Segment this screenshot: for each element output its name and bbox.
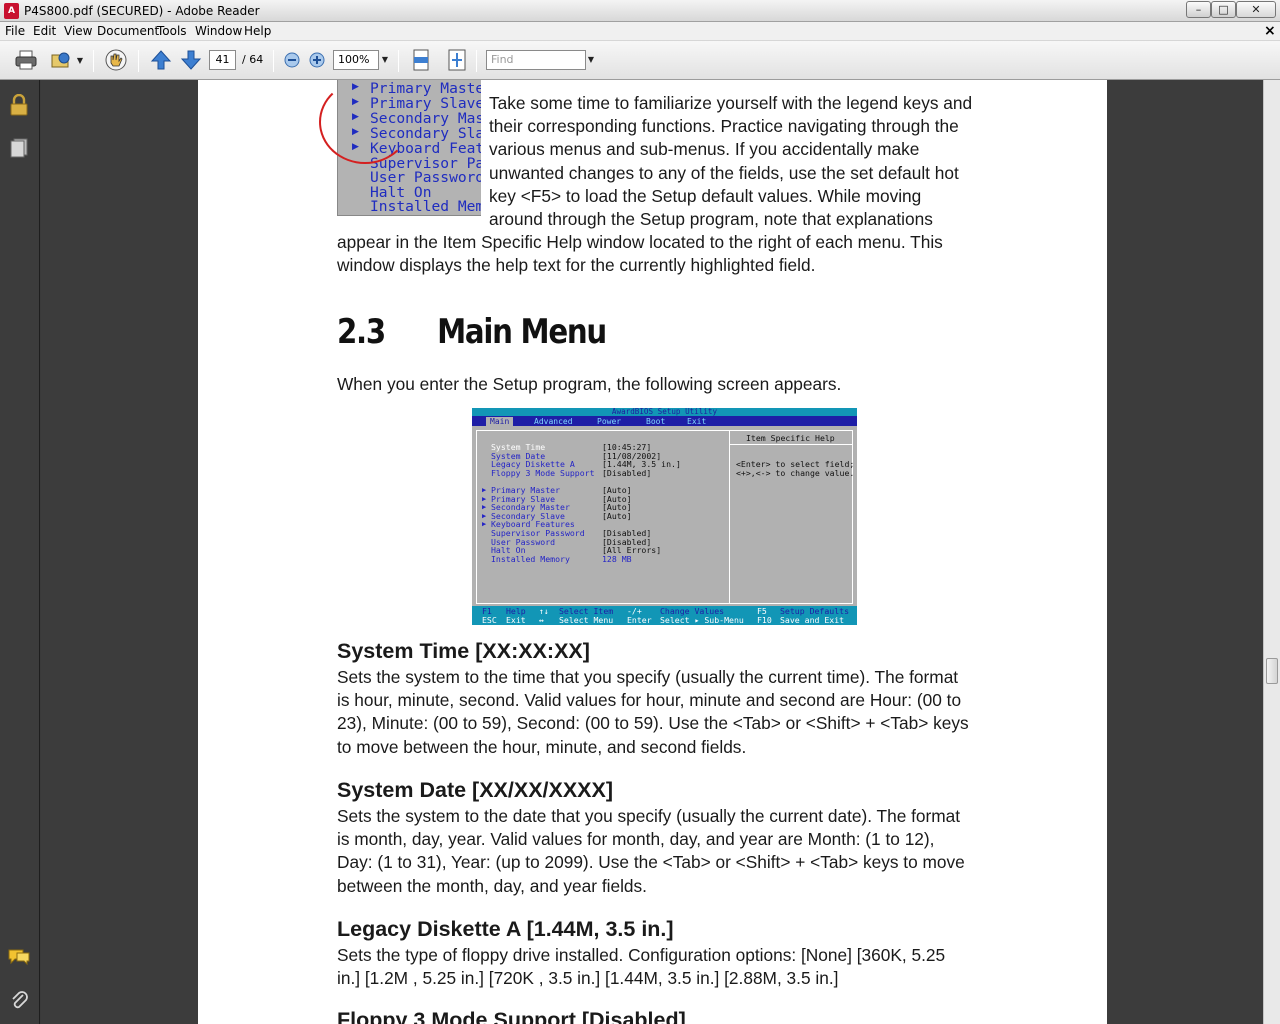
bios-menu-tabs: Main Advanced Power Boot Exit [472, 416, 857, 426]
bios-tab: Exit [687, 417, 707, 426]
subsection-heading: System Time [XX:XX:XX] [337, 639, 590, 663]
bios-footer-text: Select ▸ Sub-Menu [660, 615, 744, 625]
find-dropdown-icon[interactable]: ▼ [584, 50, 598, 70]
print-icon[interactable] [14, 49, 38, 71]
bios-main-menu-figure: AwardBIOS Setup Utility Main Advanced Po… [472, 408, 857, 625]
zoom-level-input[interactable]: 100% [333, 50, 379, 70]
body-line: Day: (1 to 31), Year: (up to 2099). Use … [337, 852, 965, 873]
menu-bar: File Edit View Document Tools Window Hel… [0, 22, 1280, 41]
intro-line: unwanted changes to any of the fields, u… [489, 162, 959, 183]
email-dropdown-icon[interactable]: ▼ [73, 51, 87, 71]
body-line: Sets the system to the time that you spe… [337, 667, 959, 687]
bios-footer-text: Save and Exit [780, 615, 845, 625]
bios-help-line: <+>,<-> to change value. [736, 468, 855, 478]
section-heading: 2.3 Main Menu [337, 312, 607, 352]
section-intro: When you enter the Setup program, the fo… [337, 374, 842, 394]
menu-window[interactable]: Window [195, 24, 242, 38]
email-icon[interactable] [49, 49, 73, 71]
maximize-button[interactable]: □ [1211, 1, 1236, 18]
pdf-page: ▶ Primary Master ▶ Primary Slave ▶ Secondar… [198, 80, 1107, 1024]
bios-footer-key: ↔ [539, 615, 544, 625]
window-title: P4S800.pdf (SECURED) - Adobe Reader [24, 4, 260, 18]
previous-page-icon[interactable] [149, 49, 173, 71]
bios-footer: F1 Help ↑↓ Select Item -/+ Change Values… [472, 606, 857, 625]
body-line: is month, day, year. Valid values for mo… [337, 829, 935, 850]
zoom-out-icon[interactable] [280, 49, 304, 71]
intro-line: their corresponding functions. Practice … [489, 116, 959, 137]
subsection-body: Sets the type of floppy drive installed.… [337, 944, 987, 990]
bios-footer-text: Exit [506, 615, 526, 625]
document-view[interactable]: ▶ Primary Master ▶ Primary Slave ▶ Secondar… [41, 80, 1263, 1024]
security-lock-icon[interactable] [8, 94, 30, 116]
bios-footer-key: Enter [627, 615, 652, 625]
section-title: Main Menu [437, 312, 607, 352]
body-line: to move between the hour, minute, and se… [337, 736, 747, 757]
bios-footer-text: Select Menu [559, 615, 614, 625]
intro-paragraph-continued: appear in the Item Specific Help window … [337, 231, 987, 277]
menu-document[interactable]: Document [97, 24, 159, 38]
pages-icon[interactable] [8, 137, 30, 159]
body-line: 23), Minute: (00 to 59), Second: (00 to … [337, 713, 969, 734]
intro-line: key <F5> to load the Setup default value… [489, 185, 922, 206]
menu-file[interactable]: File [5, 24, 25, 38]
intro-line: appear in the Item Specific Help window … [337, 232, 943, 252]
find-input[interactable]: Find [486, 50, 586, 70]
intro-line: around through the Setup program, note t… [489, 209, 933, 230]
intro-line: Take some time to familiarize yourself w… [489, 93, 973, 113]
page-number-input[interactable]: 41 [209, 50, 236, 70]
zoom-in-icon[interactable] [305, 49, 329, 71]
bios-row-value: [Auto] [602, 511, 632, 521]
bios-help-title: Item Specific Help [746, 433, 835, 443]
bios-row-label: Installed Memory [491, 554, 570, 564]
body-line: Sets the type of floppy drive installed.… [337, 945, 946, 965]
fit-width-icon[interactable] [409, 49, 433, 71]
bios-footer-key: ESC [482, 615, 497, 625]
zoom-dropdown-icon[interactable]: ▼ [378, 50, 392, 70]
menu-tools[interactable]: Tools [157, 24, 187, 38]
crop-item: Installed Memo [370, 198, 481, 215]
subsection-heading: System Date [XX/XX/XXXX] [337, 778, 614, 802]
comments-icon[interactable] [8, 946, 30, 968]
body-line: Sets the system to the date that you spe… [337, 806, 961, 826]
close-window-button[interactable]: ✕ [1236, 1, 1276, 18]
body-line: is hour, minute, second. Valid values fo… [337, 690, 962, 711]
section-number: 2.3 [337, 312, 386, 352]
hand-tool-icon[interactable] [104, 49, 128, 71]
minimize-button[interactable]: – [1186, 1, 1211, 18]
title-bar: A P4S800.pdf (SECURED) - Adobe Reader – … [0, 0, 1280, 22]
toolbar: ▼ 41 / 64 100% ▼ Find ▼ [0, 41, 1280, 80]
subsection-body: Sets the system to the time that you spe… [337, 666, 987, 759]
menu-help[interactable]: Help [244, 24, 271, 38]
subsection-body: Sets the system to the date that you spe… [337, 805, 987, 898]
bios-tab: Boot [646, 417, 666, 426]
navigation-panel [0, 80, 40, 1024]
bios-tab: Advanced [534, 417, 573, 426]
menu-view[interactable]: View [64, 24, 92, 38]
body-line: in.] [1.2M , 5.25 in.] [720K , 3.5 in.] … [337, 968, 839, 989]
adobe-reader-icon: A [4, 3, 19, 19]
next-page-icon[interactable] [179, 49, 203, 71]
subsection-heading: Floppy 3 Mode Support [Disabled] [337, 1008, 686, 1024]
intro-line: window displays the help text for the cu… [337, 255, 816, 276]
bios-tab: Main [486, 417, 514, 426]
body-line: between the month, day, and year fields. [337, 875, 647, 896]
bios-tab: Power [597, 417, 622, 426]
intro-paragraph-wrap: Take some time to familiarize yourself w… [489, 92, 989, 231]
vertical-scrollbar[interactable] [1263, 80, 1280, 1024]
close-document-button[interactable]: × [1264, 23, 1276, 39]
intro-line: various menus and sub-menus. If you acci… [489, 139, 920, 160]
attachments-paperclip-icon[interactable] [8, 989, 30, 1011]
scrollbar-thumb[interactable] [1266, 658, 1278, 684]
bios-footer-key: F10 [757, 615, 772, 625]
bios-row-value: [Disabled] [602, 468, 652, 478]
bios-row-value: 128 MB [602, 554, 632, 564]
red-highlight-circle [319, 80, 411, 164]
menu-edit[interactable]: Edit [33, 24, 56, 38]
page-total: / 64 [242, 53, 264, 66]
fit-page-icon[interactable] [445, 49, 469, 71]
subsection-heading: Legacy Diskette A [1.44M, 3.5 in.] [337, 917, 674, 941]
bios-row-label: Floppy 3 Mode Support [491, 468, 595, 478]
bios-title: AwardBIOS Setup Utility [472, 408, 857, 416]
